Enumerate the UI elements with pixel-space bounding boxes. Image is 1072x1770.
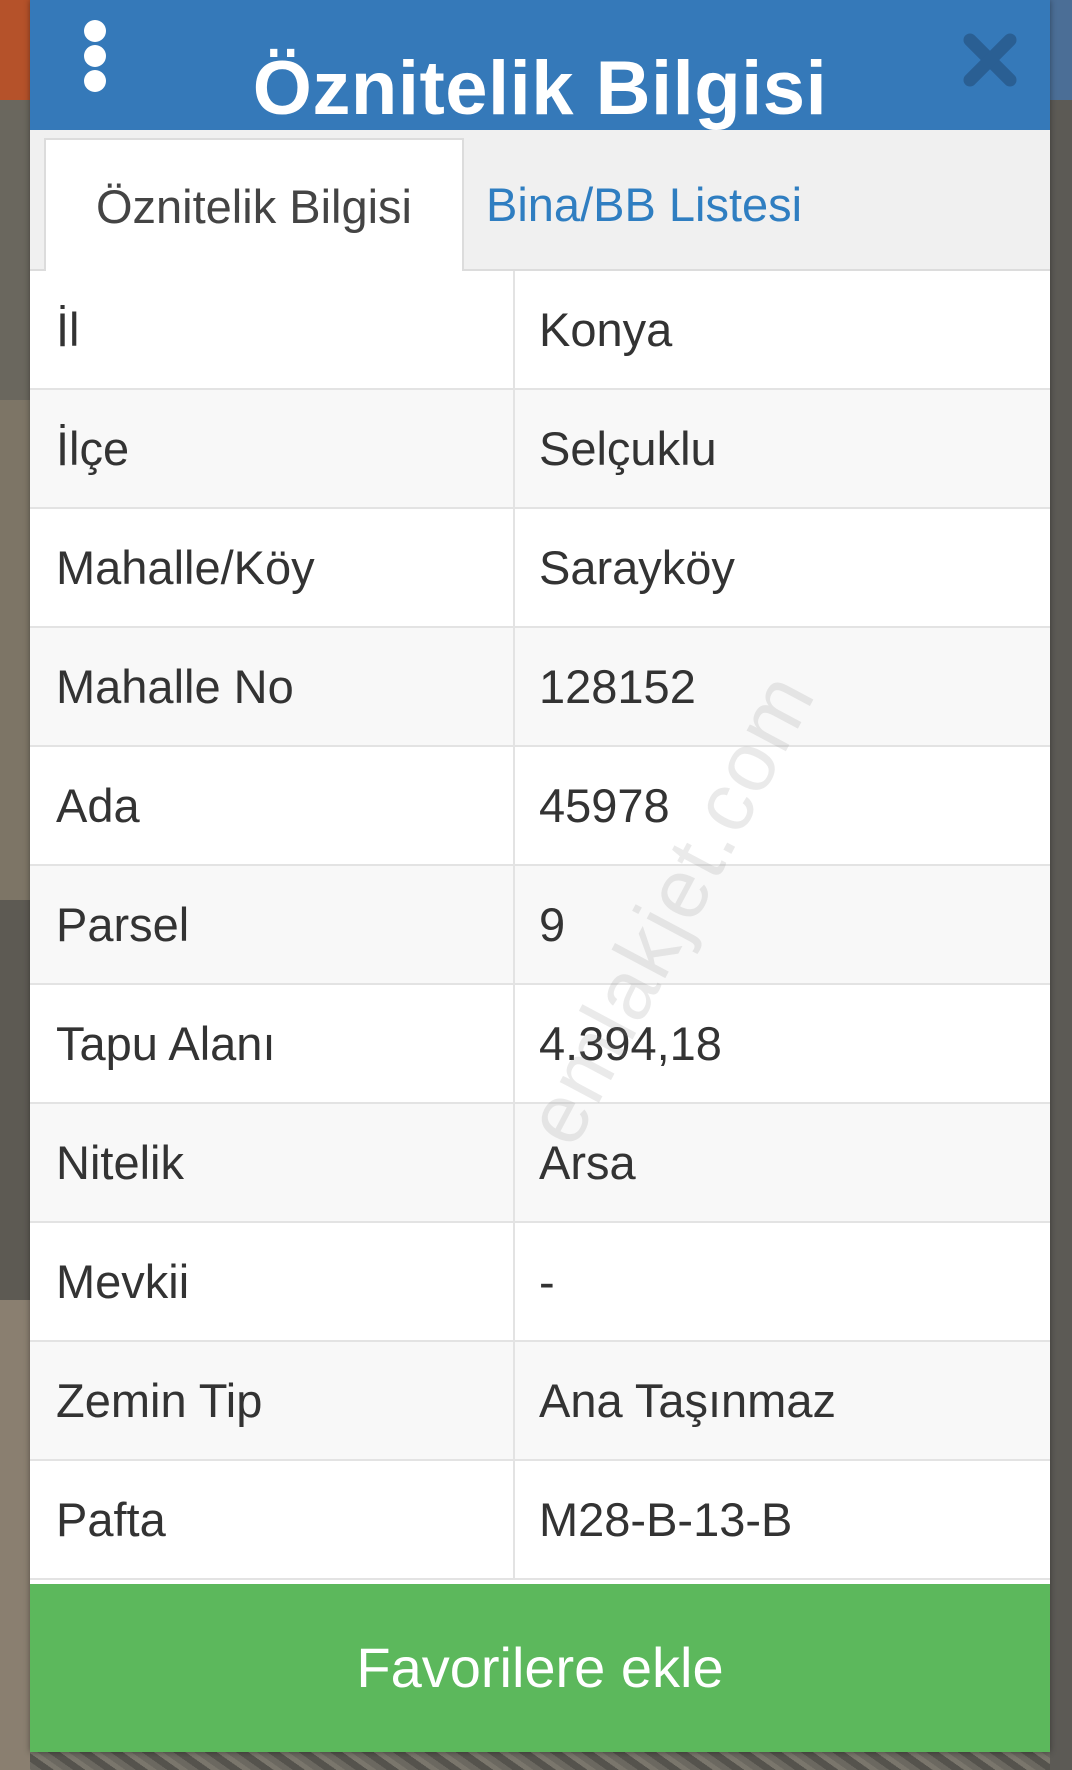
attribute-label: Zemin Tip [56, 1374, 263, 1427]
column-divider [513, 628, 515, 745]
attribute-label: İl [56, 303, 80, 356]
tab-building-list[interactable]: Bina/BB Listesi [466, 138, 802, 271]
column-divider [513, 1223, 515, 1340]
close-icon[interactable] [962, 32, 1018, 88]
table-row: Mahalle/Köy Sarayköy [30, 509, 1050, 628]
column-divider [513, 1461, 515, 1578]
table-row: Tapu Alanı 4.394,18 [30, 985, 1050, 1104]
attribute-table: İl Konya İlçe Selçuklu Mahalle/Köy Saray… [30, 271, 1050, 1580]
tab-bar: Öznitelik Bilgisi Bina/BB Listesi [30, 130, 1050, 271]
attribute-label: Mahalle No [56, 660, 294, 713]
attribute-value: M28-B-13-B [539, 1493, 793, 1546]
attribute-value: 128152 [539, 660, 696, 713]
table-row: Mevkii - [30, 1223, 1050, 1342]
attribute-value: Selçuklu [539, 422, 717, 475]
table-row: Mahalle No 128152 [30, 628, 1050, 747]
attribute-info-dialog: Öznitelik Bilgisi Öznitelik Bilgisi Bina… [30, 0, 1050, 1752]
attribute-label: Mevkii [56, 1255, 190, 1308]
add-to-favorites-button[interactable]: Favorilere ekle [30, 1584, 1050, 1752]
map-edge-left [0, 0, 30, 1770]
table-row: İl Konya [30, 271, 1050, 390]
attribute-value: Sarayköy [539, 541, 735, 594]
column-divider [513, 1104, 515, 1221]
attribute-value: 45978 [539, 779, 670, 832]
dialog-title: Öznitelik Bilgisi [252, 46, 828, 131]
attribute-label: Ada [56, 779, 140, 832]
table-row: Nitelik Arsa [30, 1104, 1050, 1223]
attribute-label: Mahalle/Köy [56, 541, 315, 594]
attribute-value: 9 [539, 898, 566, 951]
tab-attribute-info[interactable]: Öznitelik Bilgisi [44, 138, 464, 271]
attribute-value: Konya [539, 303, 673, 356]
attribute-label: İlçe [56, 422, 130, 475]
column-divider [513, 271, 515, 388]
column-divider [513, 390, 515, 507]
column-divider [513, 509, 515, 626]
attribute-label: Tapu Alanı [56, 1017, 276, 1070]
attribute-label: Parsel [56, 898, 190, 951]
table-row: Ada 45978 [30, 747, 1050, 866]
table-row: İlçe Selçuklu [30, 390, 1050, 509]
attribute-value: Ana Taşınmaz [539, 1374, 836, 1427]
attribute-value: Arsa [539, 1136, 636, 1189]
map-edge-right [1050, 0, 1072, 1770]
table-row: Pafta M28-B-13-B [30, 1461, 1050, 1580]
column-divider [513, 1342, 515, 1459]
column-divider [513, 866, 515, 983]
attribute-value: 4.394,18 [539, 1017, 722, 1070]
attribute-label: Nitelik [56, 1136, 184, 1189]
column-divider [513, 985, 515, 1102]
table-row: Zemin Tip Ana Taşınmaz [30, 1342, 1050, 1461]
column-divider [513, 747, 515, 864]
attribute-label: Pafta [56, 1493, 166, 1546]
attribute-value: - [539, 1255, 555, 1308]
table-row: Parsel 9 [30, 866, 1050, 985]
dialog-header: Öznitelik Bilgisi [30, 0, 1050, 131]
